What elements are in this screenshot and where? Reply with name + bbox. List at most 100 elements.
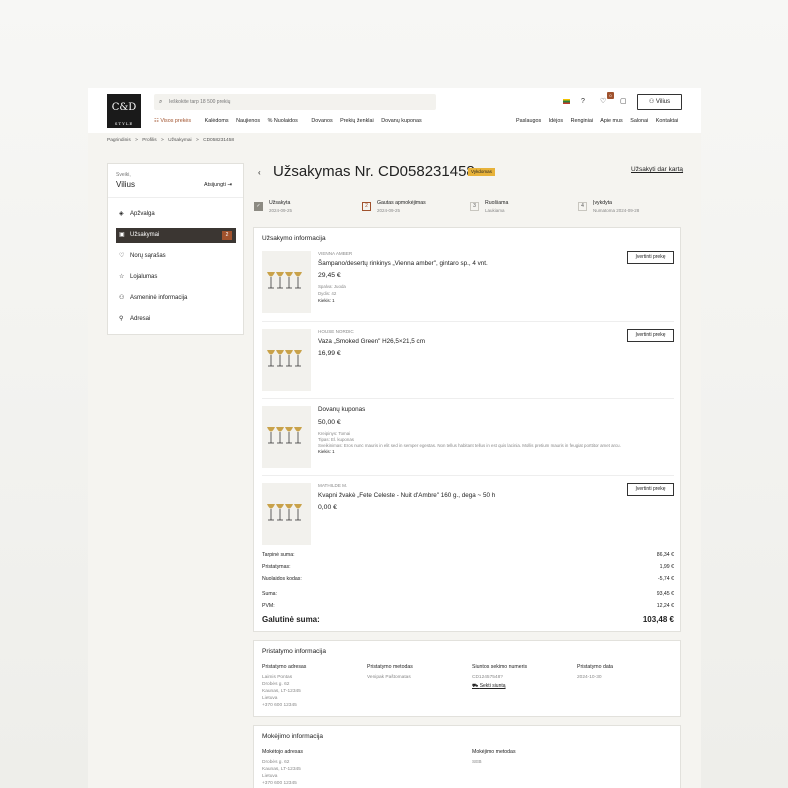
sidebar-item-overview[interactable]: ◈ Apžvalga bbox=[116, 207, 236, 222]
step-date: Numatoma 2024-09-28 bbox=[593, 208, 640, 213]
divider bbox=[262, 321, 674, 322]
nav-item[interactable]: Renginiai bbox=[571, 118, 593, 124]
breadcrumb-link[interactable]: Pagrindinis bbox=[107, 138, 131, 143]
product-qty: Kiekis: 1 bbox=[318, 298, 335, 303]
product-meta: Tipas: El. kuponas bbox=[318, 437, 354, 442]
glass-bowl bbox=[285, 504, 293, 509]
shield-check-icon: ◈ bbox=[119, 211, 124, 217]
heart-icon[interactable]: ♡ bbox=[600, 97, 606, 106]
check-icon: ✓ bbox=[254, 202, 263, 211]
divider bbox=[108, 197, 243, 198]
address-lines: Laimis Pontas Drobės g. 62 Kaunas, LT-12… bbox=[262, 674, 306, 709]
sidebar-item-label: Asmeninė informacija bbox=[130, 295, 188, 301]
nav-item[interactable]: Dovanos bbox=[311, 118, 332, 124]
nav-item[interactable]: Salonai bbox=[630, 118, 648, 124]
total-row: Suma: 93,45 € bbox=[262, 591, 674, 597]
user-button[interactable]: ⚇ Vilius bbox=[637, 94, 682, 110]
track-shipment-link[interactable]: ⛟ Sekti siuntą bbox=[472, 683, 527, 690]
product-row: VIENNA AMBER Šampano/desertų rinkinys „V… bbox=[262, 251, 674, 321]
sidebar-item-wishlist[interactable]: ♡ Norų sąrašas bbox=[116, 249, 236, 264]
total-label: Pristatymas: bbox=[262, 564, 291, 570]
nav-item[interactable]: Kontaktai bbox=[656, 118, 678, 124]
nav-item[interactable]: Apie mus bbox=[600, 118, 622, 124]
glass-bowl bbox=[285, 272, 293, 277]
product-image[interactable] bbox=[262, 251, 311, 313]
field-label: Mokėtojo adresas bbox=[262, 749, 303, 755]
nav-item-all[interactable]: ☷ Visos prekės bbox=[154, 118, 197, 124]
logout-link[interactable]: Atsijungti ⇥ bbox=[204, 182, 232, 188]
nav-item-discounts[interactable]: % Nuolaidos bbox=[268, 118, 304, 124]
help-icon[interactable]: ? bbox=[581, 97, 585, 106]
sidebar-item-loyalty[interactable]: ☆ Lojalumas bbox=[116, 270, 236, 285]
field-label: Mokėjimo metodas bbox=[472, 749, 516, 755]
sidebar-item-orders[interactable]: ▣ Užsakymai 2 bbox=[116, 228, 236, 243]
nav-item[interactable]: Kalėdoms bbox=[205, 118, 229, 124]
user-name: Vilius bbox=[116, 180, 135, 189]
rate-product-button[interactable]: Įvertinti prekę bbox=[627, 329, 674, 342]
heart-icon: ♡ bbox=[119, 253, 125, 259]
rate-product-button[interactable]: Įvertinti prekę bbox=[627, 251, 674, 264]
divider bbox=[262, 398, 674, 399]
nav-item[interactable]: Paslaugos bbox=[516, 118, 541, 124]
page-title: Užsakymas Nr. CD058231458 bbox=[273, 163, 475, 180]
nav-item[interactable]: Naujienos bbox=[236, 118, 260, 124]
status-badge: Vykdomas bbox=[468, 168, 495, 176]
nav-item[interactable]: Dovanų kuponas bbox=[381, 118, 421, 124]
logo[interactable]: C&D STYLE bbox=[107, 94, 141, 128]
product-name[interactable]: Dovanų kuponas bbox=[318, 406, 365, 413]
search-input[interactable]: ⌕ Ieškokite tarp 18 500 prekių bbox=[154, 94, 436, 110]
payer-address: Mokėtojo adresas Drobės g. 62 Kaunas, LT… bbox=[262, 749, 303, 787]
language-flag-icon[interactable] bbox=[563, 99, 570, 104]
greeting: Sveiki, bbox=[116, 172, 131, 178]
divider bbox=[262, 475, 674, 476]
address-line: +370 600 12345 bbox=[262, 703, 297, 708]
breadcrumb-link[interactable]: Profilis bbox=[142, 138, 156, 143]
step-date: Laukiama bbox=[485, 208, 505, 213]
orders-count-badge: 2 bbox=[222, 231, 232, 240]
address-line: Kaunas, LT-12345 bbox=[262, 767, 301, 772]
order-info-card: Užsakymo informacija VIENNA AMBER Šampan… bbox=[253, 227, 681, 632]
field-label: Pristatymo adresas bbox=[262, 664, 307, 670]
tracking-number: Siuntos sekimo numeris CD12457548? ⛟ Sek… bbox=[472, 664, 527, 690]
logo-sub: STYLE bbox=[114, 121, 134, 126]
star-icon: ☆ bbox=[119, 274, 125, 280]
back-chevron-icon[interactable]: ‹ bbox=[258, 168, 261, 177]
product-image[interactable] bbox=[262, 329, 311, 391]
reorder-link[interactable]: Užsakyti dar kartą bbox=[631, 166, 683, 173]
product-name[interactable]: Šampano/desertų rinkinys „Vienna amber",… bbox=[318, 260, 488, 267]
nav-item[interactable]: Prekių ženklai bbox=[340, 118, 374, 124]
address-line: Kaunas, LT-12345 bbox=[262, 689, 301, 694]
glass-bowl bbox=[285, 350, 293, 355]
order-step: ✓ Užsakyta 2024-09-25 bbox=[254, 200, 359, 216]
track-label: Sekti siuntą bbox=[479, 683, 506, 689]
total-label: Nuolaidos kodas: bbox=[262, 576, 302, 582]
glass-bowl bbox=[276, 350, 284, 355]
product-name[interactable]: Kvapni žvakė „Fete Celeste - Nuit d'Ambr… bbox=[318, 492, 495, 499]
product-qty: Kiekis: 1 bbox=[318, 449, 335, 454]
rate-product-button[interactable]: Įvertinti prekę bbox=[627, 483, 674, 496]
order-step: 3 Ruošiama Laukiama bbox=[470, 200, 575, 216]
step-label: Užsakyta bbox=[269, 200, 291, 206]
total-row: PVM: 12,24 € bbox=[262, 603, 674, 609]
nav-item[interactable]: Idėjos bbox=[549, 118, 563, 124]
breadcrumb-link[interactable]: Užsakymai bbox=[168, 138, 191, 143]
user-icon: ⚇ bbox=[648, 99, 656, 105]
glass-bowl bbox=[294, 504, 302, 509]
product-brand: VIENNA AMBER bbox=[318, 251, 353, 256]
product-price: 50,00 € bbox=[318, 419, 341, 426]
payment-info-card: Mokėjimo informacija Mokėtojo adresas Dr… bbox=[253, 725, 681, 788]
product-name[interactable]: Vaza „Smoked Green" H26,5×21,5 cm bbox=[318, 338, 425, 345]
cart-icon[interactable]: ▢ bbox=[620, 97, 627, 106]
nav-label: Nuolaidos bbox=[273, 118, 298, 124]
order-step: 2 Gautas apmokėjimas 2024-09-25 bbox=[362, 200, 467, 216]
order-step: 4 Įvykdyta Numatoma 2024-09-28 bbox=[578, 200, 683, 216]
product-image[interactable] bbox=[262, 483, 311, 545]
breadcrumb-separator: > bbox=[135, 138, 138, 143]
product-image[interactable] bbox=[262, 406, 311, 468]
breadcrumb-current: CD058231458 bbox=[203, 138, 235, 143]
truck-icon: ⛟ bbox=[472, 683, 480, 689]
sidebar-item-personal-info[interactable]: ⚇ Asmeninė informacija bbox=[116, 291, 236, 306]
sidebar-item-addresses[interactable]: ⚲ Adresai bbox=[116, 312, 236, 327]
product-meta: Kreipinys: Tomai bbox=[318, 431, 351, 436]
glass-bowl bbox=[267, 350, 275, 355]
